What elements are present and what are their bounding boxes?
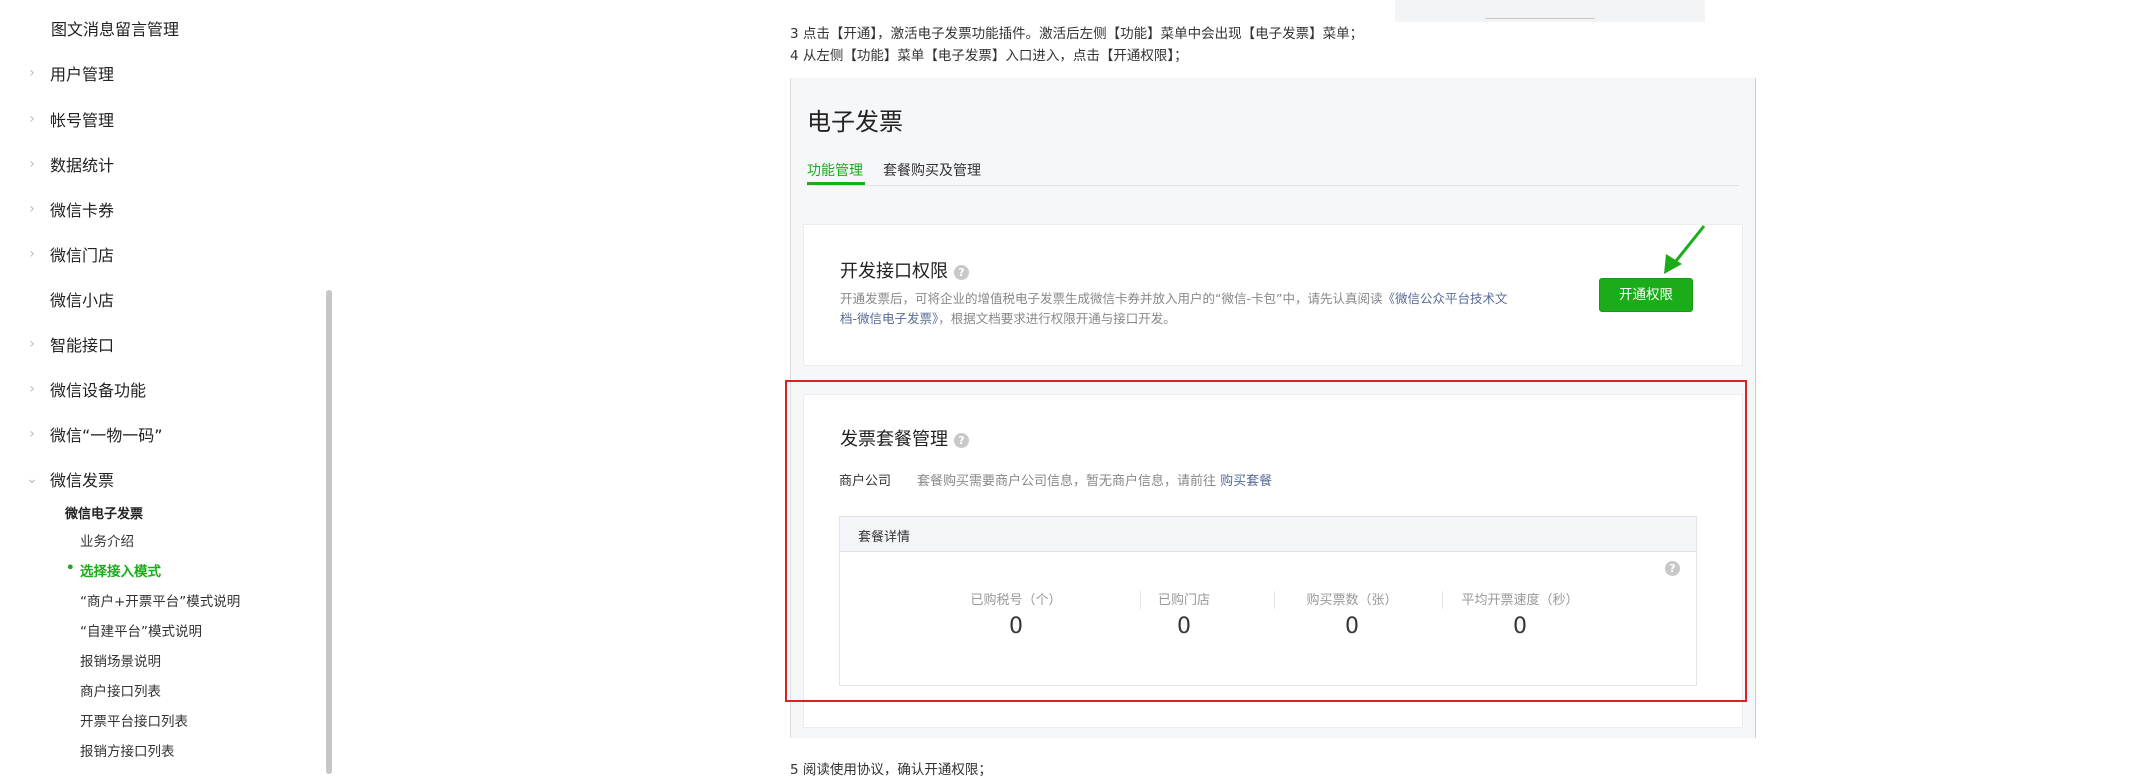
sidebar-item-user-management[interactable]: › 用户管理 — [0, 55, 114, 91]
sidebar-item-account-management[interactable]: › 帐号管理 — [0, 101, 114, 137]
sidebar-subitem-merchant-platform-mode[interactable]: “商户+开票平台”模式说明 — [80, 590, 240, 610]
previous-screenshot-fragment — [1395, 0, 1705, 22]
api-permission-desc: 开通发票后，可将企业的增值税电子发票生成微信卡券并放入用户的“微信-卡包”中，请… — [840, 289, 1540, 329]
sidebar-item-label: 微信设备功能 — [50, 381, 147, 400]
sidebar-item-label: 微信门店 — [50, 246, 115, 265]
chevron-right-icon: › — [29, 111, 35, 127]
step-3-text: 3 点击【开通】，激活电子发票功能插件。激活后左侧【功能】菜单中会出现【电子发票… — [790, 26, 1364, 42]
sidebar-item-label: 用户管理 — [50, 65, 115, 84]
doc-link-part2: 档-微信电子发票》 — [840, 311, 939, 326]
doc-link-part1: 《微信公众平台技术文 — [1382, 291, 1508, 306]
sidebar-item-smart-api[interactable]: › 智能接口 — [0, 326, 114, 362]
sidebar-subitem-platform-api-list[interactable]: 开票平台接口列表 — [80, 710, 188, 730]
step-4-text: 4 从左侧【功能】菜单【电子发票】入口进入，点击【开通权限】； — [790, 48, 1188, 64]
api-permission-desc-tail: ，根据文档要求进行权限开通与接口开发。 — [938, 311, 1176, 326]
sidebar: 图文消息留言管理 › 用户管理 › 帐号管理 › 数据统计 › 微信卡券 › 微… — [0, 0, 330, 774]
green-arrow-icon — [1664, 225, 1706, 274]
chevron-down-icon: ⌄ — [26, 471, 38, 487]
chevron-right-icon: › — [29, 336, 35, 352]
sidebar-item-label: 微信卡券 — [50, 201, 115, 220]
sidebar-subsection-title[interactable]: 微信电子发票 — [65, 503, 143, 522]
tab-package-purchase[interactable]: 套餐购买及管理 — [883, 160, 981, 180]
help-icon[interactable]: ? — [954, 264, 969, 280]
tab-divider — [807, 185, 1739, 186]
sidebar-subitem-merchant-api-list[interactable]: 商户接口列表 — [80, 680, 161, 700]
sidebar-subitem-self-built-mode[interactable]: “自建平台”模式说明 — [80, 620, 202, 640]
page-title: 电子发票 — [807, 108, 903, 136]
sidebar-item-card-coupons[interactable]: › 微信卡券 — [0, 191, 114, 227]
sidebar-item-message-comments[interactable]: 图文消息留言管理 — [0, 10, 179, 46]
tab-feature-management[interactable]: 功能管理 — [807, 160, 863, 180]
sidebar-item-device[interactable]: › 微信设备功能 — [0, 371, 146, 407]
chevron-right-icon: › — [29, 246, 35, 262]
sidebar-item-invoice[interactable]: ⌄ 微信发票 — [0, 461, 114, 497]
chevron-right-icon: › — [29, 201, 35, 217]
sidebar-subitem-access-mode[interactable]: 选择接入模式 — [66, 560, 161, 580]
sidebar-subitem-reimburser-api-list[interactable]: 报销方接口列表 — [80, 740, 175, 760]
api-permission-title-text: 开发接口权限 — [840, 261, 948, 282]
sidebar-item-stores[interactable]: › 微信门店 — [0, 236, 114, 272]
sidebar-item-statistics[interactable]: › 数据统计 — [0, 146, 114, 182]
sidebar-subitem-reimbursement[interactable]: 报销场景说明 — [80, 650, 161, 670]
sidebar-item-one-item-one-code[interactable]: › 微信“一物一码” — [0, 416, 163, 452]
api-permission-title: 开发接口权限? — [840, 257, 969, 283]
sidebar-item-label: 智能接口 — [50, 336, 115, 355]
sidebar-item-label: 帐号管理 — [50, 111, 115, 130]
sidebar-item-mini-shop[interactable]: 微信小店 — [0, 281, 114, 317]
sidebar-item-label: 图文消息留言管理 — [51, 20, 180, 39]
chevron-right-icon: › — [29, 381, 35, 397]
step-5-text: 5 阅读使用协议，确认开通权限； — [790, 762, 992, 778]
api-permission-desc-text: 开通发票后，可将企业的增值税电子发票生成微信卡券并放入用户的“微信-卡包”中，请… — [840, 291, 1383, 306]
open-permission-button[interactable]: 开通权限 — [1599, 278, 1693, 312]
sidebar-item-label: 数据统计 — [50, 156, 115, 175]
chevron-right-icon: › — [29, 156, 35, 172]
sidebar-item-label: 微信发票 — [50, 471, 115, 490]
sidebar-scrollbar[interactable] — [326, 290, 332, 774]
highlight-box — [785, 380, 1747, 702]
chevron-right-icon: › — [29, 65, 35, 81]
sidebar-subitem-intro[interactable]: 业务介绍 — [80, 530, 134, 550]
sidebar-item-label: 微信小店 — [50, 291, 115, 310]
sidebar-item-label: 微信“一物一码” — [50, 426, 163, 445]
chevron-right-icon: › — [29, 426, 35, 442]
